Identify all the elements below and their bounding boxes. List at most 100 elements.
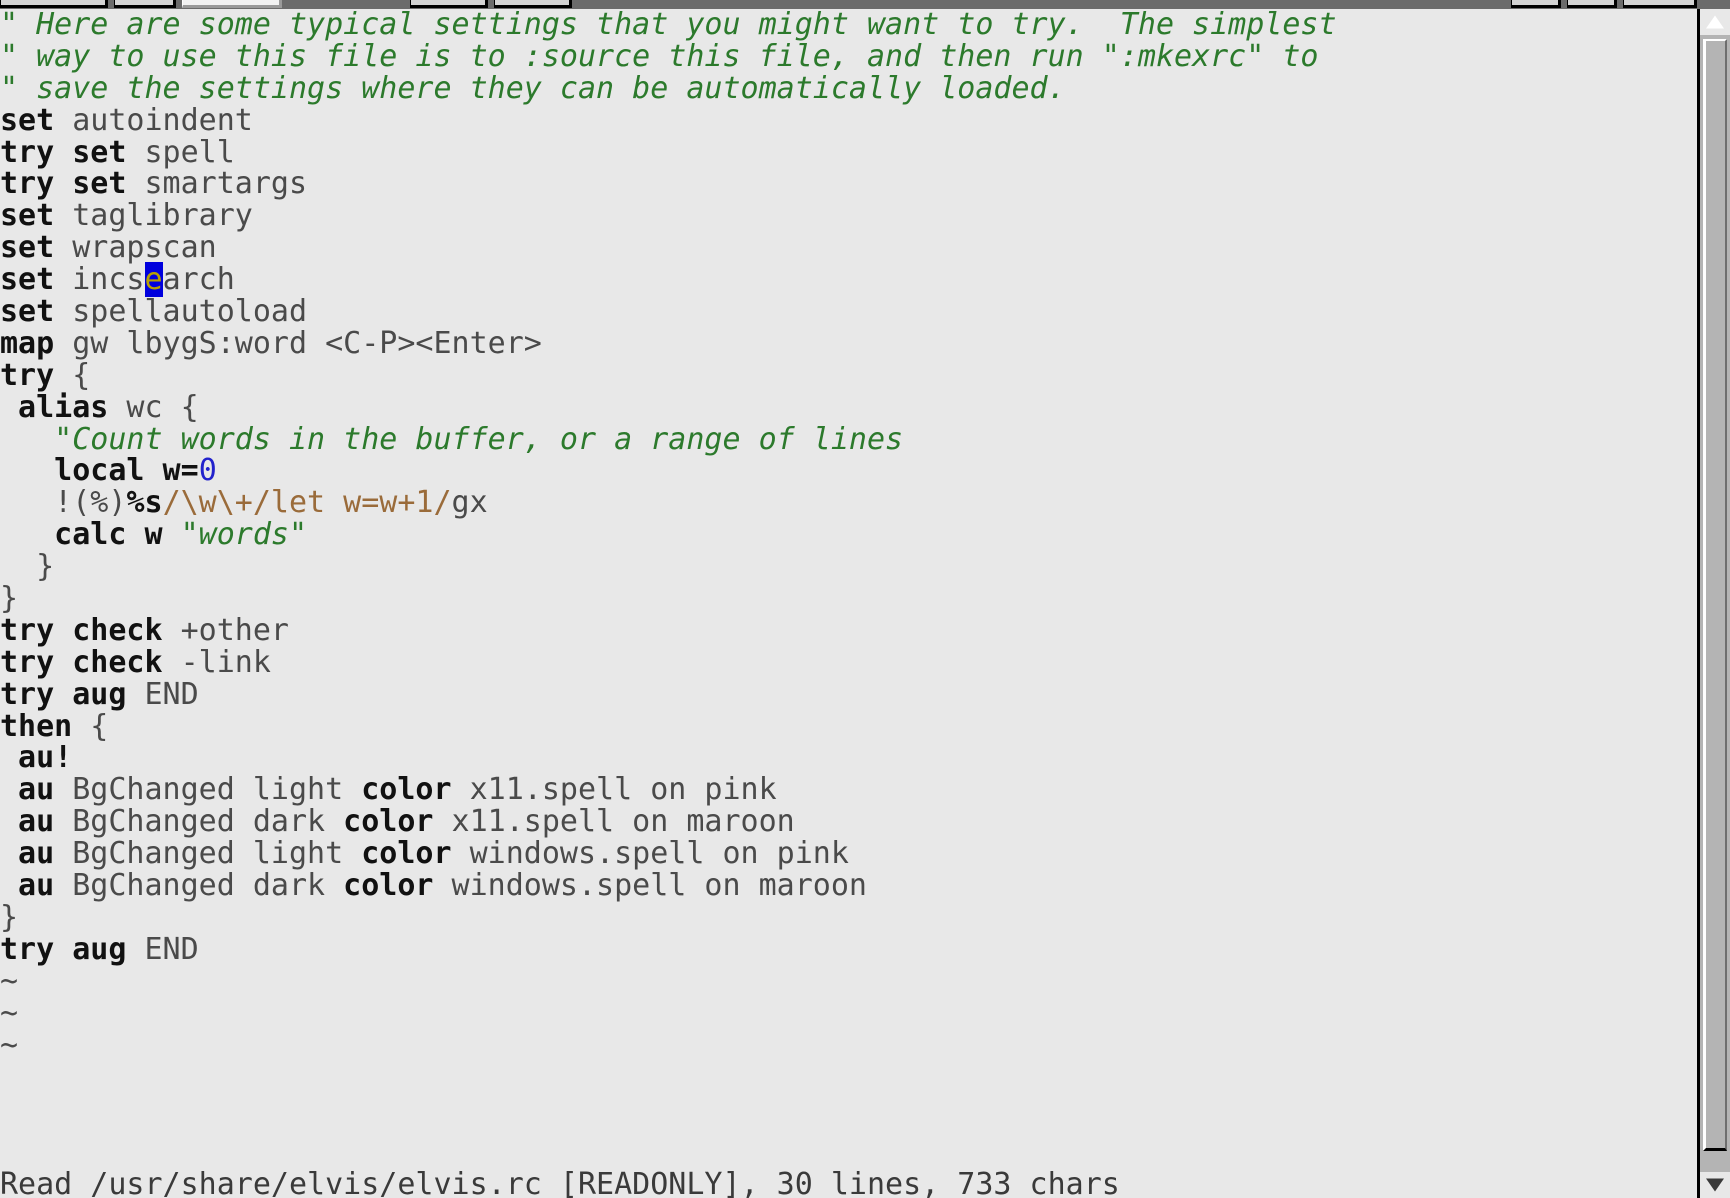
buffer-line[interactable]: try { bbox=[0, 357, 1697, 393]
buffer-line[interactable]: } bbox=[0, 551, 1697, 583]
buffer-line[interactable]: map gw lbygS:word <C-P><Enter> bbox=[0, 325, 1697, 361]
toolbar-button-8[interactable] bbox=[1623, 0, 1697, 8]
buffer-text-span: wrapscan bbox=[54, 230, 217, 266]
buffer-text-span: windows.spell on pink bbox=[451, 836, 849, 872]
text-cursor: e bbox=[144, 262, 163, 298]
status-line: Read /usr/share/elvis/elvis.rc [READONLY… bbox=[0, 1167, 1120, 1198]
buffer-text-span: au bbox=[0, 772, 55, 808]
scrollbar-thumb[interactable] bbox=[1703, 39, 1727, 1151]
buffer-line[interactable]: au BgChanged dark color windows.spell on… bbox=[0, 870, 1697, 902]
buffer-text-span: set bbox=[0, 102, 55, 138]
buffer-text-span: +other bbox=[162, 612, 289, 648]
buffer-text-span: then bbox=[0, 708, 73, 744]
buffer-text-span: gw lbygS:word <C-P><Enter> bbox=[54, 325, 542, 361]
buffer-text-span: x11.spell on maroon bbox=[433, 804, 795, 840]
buffer-line[interactable]: " way to use this file is to :source thi… bbox=[0, 38, 1697, 74]
buffer-text-span: ~ bbox=[0, 1027, 19, 1063]
toolbar-button-5[interactable] bbox=[494, 0, 572, 8]
buffer-line[interactable]: } bbox=[0, 901, 1697, 934]
toolbar-button-6[interactable] bbox=[1511, 0, 1561, 8]
toolbar-button-2[interactable] bbox=[114, 0, 176, 8]
buffer-line[interactable]: ~ bbox=[0, 995, 1697, 1031]
buffer-line[interactable]: set autoindent bbox=[0, 102, 1697, 138]
buffer-line[interactable]: ~ bbox=[0, 1027, 1697, 1063]
buffer-line[interactable]: set taglibrary bbox=[0, 200, 1697, 232]
buffer-text-span: map bbox=[0, 325, 55, 361]
buffer-text-span: set bbox=[0, 294, 55, 330]
buffer-line[interactable]: try set spell bbox=[0, 134, 1697, 170]
buffer-line[interactable]: !(%)%s/\w\+/let w=w+1/gx bbox=[0, 487, 1697, 519]
buffer-line[interactable]: ~ bbox=[0, 965, 1697, 998]
buffer-text-span: try check bbox=[0, 612, 163, 648]
buffer-text-span: } bbox=[0, 581, 19, 617]
buffer-text-span: %s bbox=[126, 485, 163, 521]
buffer-text-span: autoindent bbox=[54, 102, 253, 138]
buffer-text-span: calc w bbox=[0, 517, 181, 553]
buffer-text-span: try set bbox=[0, 166, 127, 202]
buffer-text-span: BgChanged light bbox=[54, 772, 362, 808]
buffer-text-span: " Here are some typical settings that yo… bbox=[0, 9, 1337, 42]
buffer-text-span: ~ bbox=[0, 995, 19, 1031]
buffer-text-span: END bbox=[126, 931, 199, 967]
toolbar-button-7[interactable] bbox=[1567, 0, 1617, 8]
buffer-line[interactable]: try check +other bbox=[0, 612, 1697, 648]
buffer-text-span: incs bbox=[54, 262, 145, 298]
toolbar-button-1[interactable] bbox=[0, 0, 108, 8]
buffer-text-span: windows.spell on maroon bbox=[433, 868, 867, 904]
buffer-text-span: " save the settings where they can be au… bbox=[0, 70, 1066, 106]
buffer-line[interactable]: try set smartargs bbox=[0, 168, 1697, 200]
buffer-line[interactable]: then { bbox=[0, 708, 1697, 744]
buffer-text-span: color bbox=[343, 868, 434, 904]
buffer-line[interactable]: calc w "words" bbox=[0, 519, 1697, 551]
buffer-text-span: /\w\+/let w=w+1/ bbox=[162, 485, 452, 521]
buffer-text-span: x11.spell on pink bbox=[451, 772, 777, 808]
buffer-text-span: gx bbox=[451, 485, 488, 521]
buffer-text-span: " way to use this file is to :source thi… bbox=[0, 38, 1319, 74]
buffer-line[interactable]: " Here are some typical settings that yo… bbox=[0, 9, 1697, 41]
buffer-line[interactable]: " save the settings where they can be au… bbox=[0, 70, 1697, 106]
text-buffer[interactable]: " Here are some typical settings that yo… bbox=[0, 9, 1697, 1198]
buffer-text-span: au bbox=[0, 868, 55, 904]
buffer-text-span: try check bbox=[0, 644, 163, 680]
toolbar-button-3[interactable] bbox=[182, 0, 282, 8]
buffer-line[interactable]: try aug END bbox=[0, 676, 1697, 712]
buffer-line[interactable]: try check -link bbox=[0, 644, 1697, 680]
toolbar[interactable] bbox=[0, 0, 1730, 9]
buffer-text-span: try bbox=[0, 357, 55, 393]
triangle-up-glyph bbox=[1706, 15, 1724, 29]
vertical-scrollbar[interactable] bbox=[1697, 9, 1730, 1198]
buffer-text-span: set bbox=[0, 230, 55, 266]
buffer-line[interactable]: au BgChanged light color x11.spell on pi… bbox=[0, 774, 1697, 806]
buffer-text-span: try set bbox=[0, 134, 127, 170]
buffer-line[interactable]: } bbox=[0, 583, 1697, 615]
buffer-text-span: set bbox=[0, 262, 55, 298]
buffer-text-span: BgChanged light bbox=[54, 836, 362, 872]
buffer-text-span: set bbox=[0, 198, 55, 234]
buffer-line[interactable]: alias wc { bbox=[0, 389, 1697, 425]
buffer-text-span: taglibrary bbox=[54, 198, 253, 234]
buffer-line[interactable]: au BgChanged light color windows.spell o… bbox=[0, 838, 1697, 870]
buffer-text-span: BgChanged dark bbox=[54, 868, 344, 904]
buffer-line[interactable]: au BgChanged dark color x11.spell on mar… bbox=[0, 806, 1697, 838]
buffer-text-span: !(%) bbox=[0, 485, 127, 521]
buffer-text-span: spell bbox=[126, 134, 235, 170]
buffer-line[interactable]: try aug END bbox=[0, 931, 1697, 967]
buffer-line[interactable]: set wrapscan bbox=[0, 232, 1697, 264]
buffer-text-span: local w= bbox=[0, 453, 199, 489]
buffer-text-span: BgChanged dark bbox=[54, 804, 344, 840]
buffer-line[interactable]: local w=0 bbox=[0, 455, 1697, 487]
scroll-down-arrow-icon[interactable] bbox=[1700, 1172, 1730, 1198]
buffer-text-span: au! bbox=[0, 740, 73, 776]
buffer-text-span: try aug bbox=[0, 676, 127, 712]
buffer-text-span: au bbox=[0, 804, 55, 840]
triangle-down-glyph bbox=[1706, 1178, 1724, 1192]
buffer-text-span: wc { bbox=[108, 389, 199, 425]
buffer-line[interactable]: set incsearch bbox=[0, 262, 1697, 298]
toolbar-button-4[interactable] bbox=[410, 0, 488, 8]
buffer-line[interactable]: set spellautoload bbox=[0, 296, 1697, 328]
buffer-line[interactable]: au! bbox=[0, 742, 1697, 774]
scroll-up-arrow-icon[interactable] bbox=[1700, 9, 1730, 35]
buffer-text-span: color bbox=[343, 804, 434, 840]
buffer-line[interactable]: "Count words in the buffer, or a range o… bbox=[0, 423, 1697, 456]
buffer-text-span: 0 bbox=[198, 453, 217, 489]
